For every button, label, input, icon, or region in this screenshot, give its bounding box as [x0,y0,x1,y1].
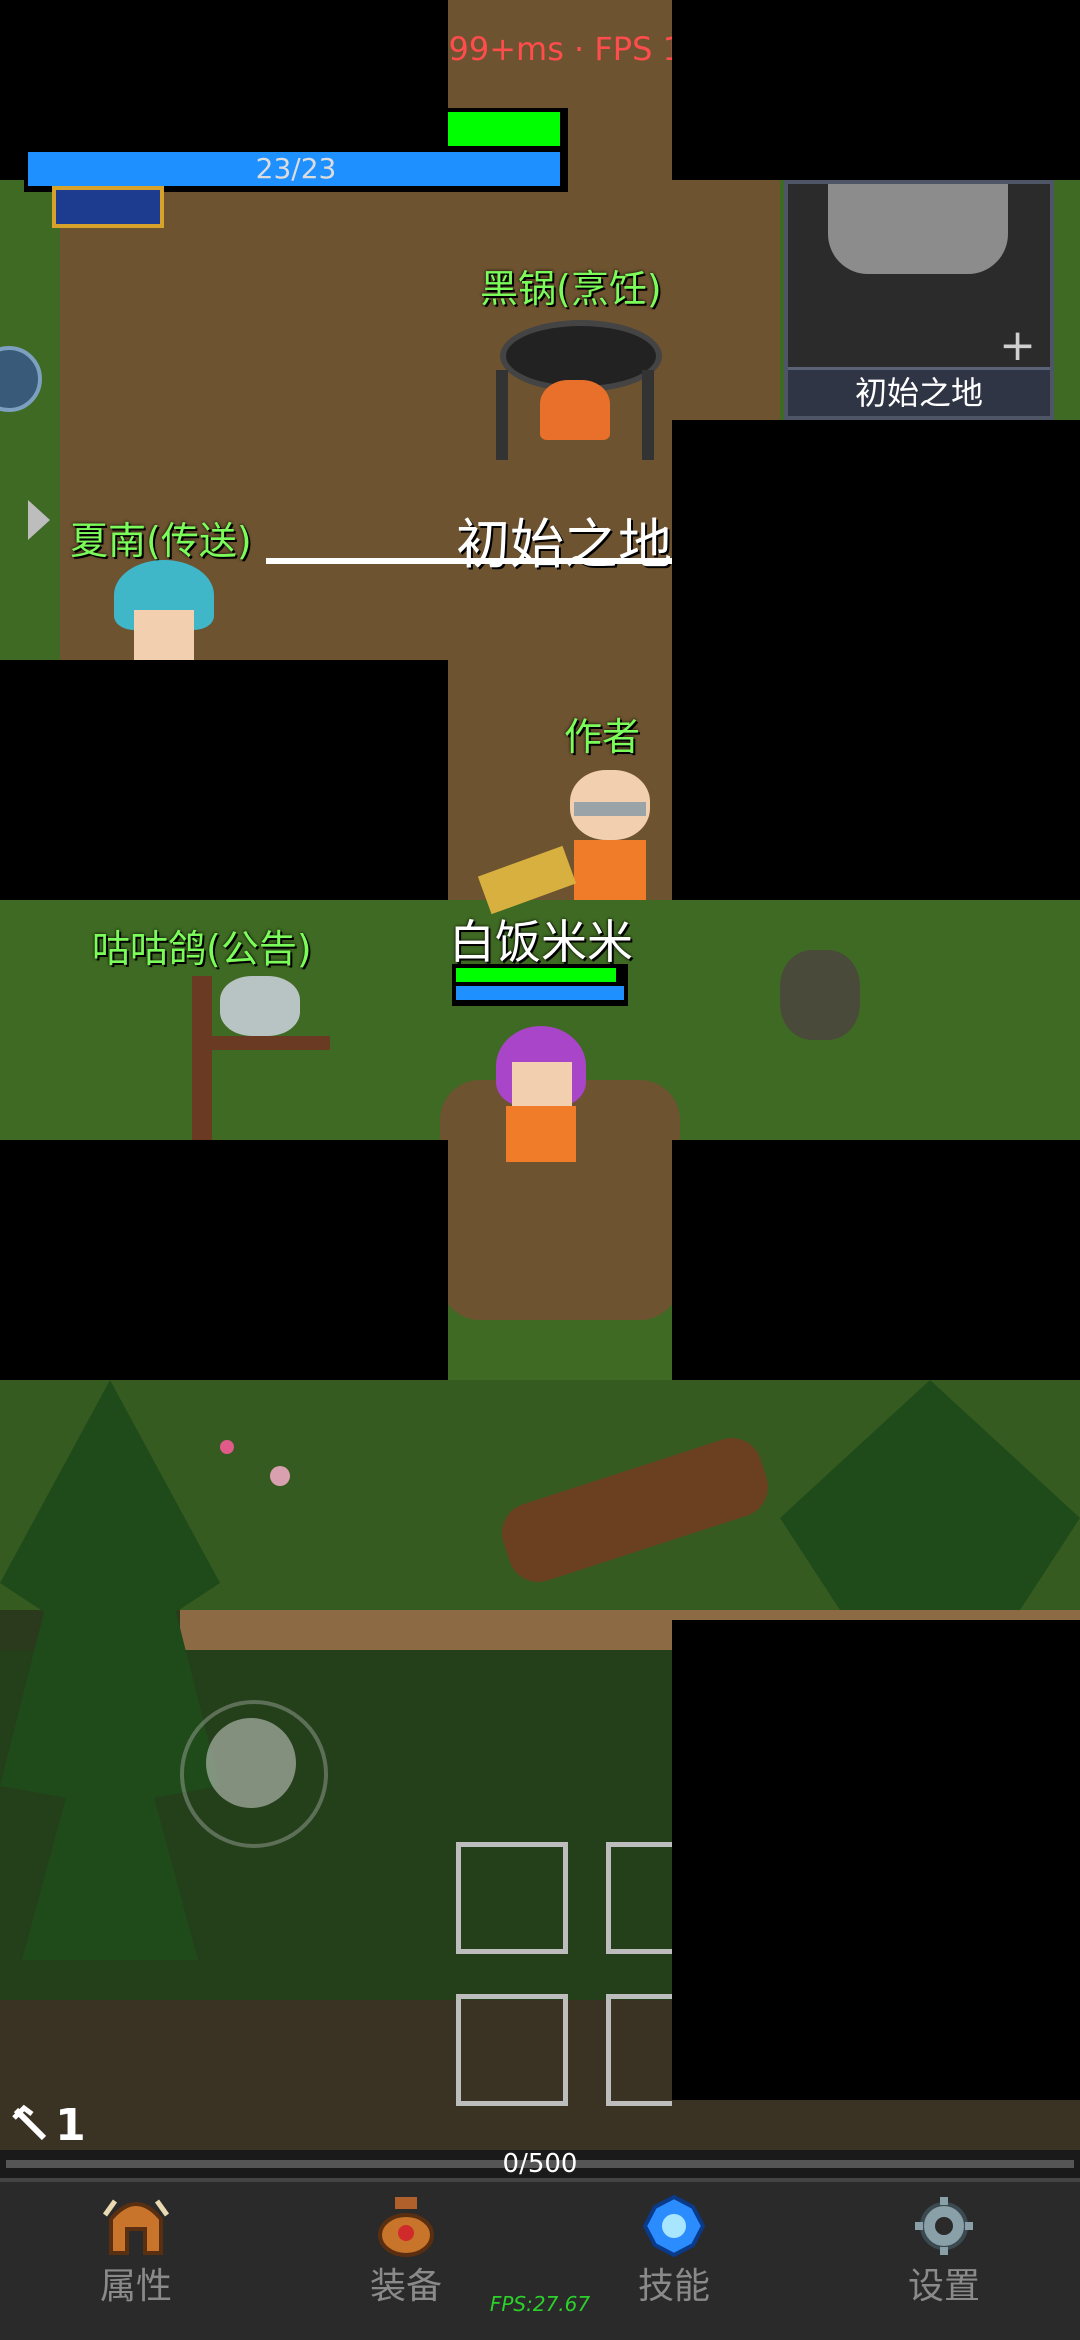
pickaxe-icon [10,2104,50,2144]
gear-icon [912,2195,976,2257]
map-title-underline [266,558,672,564]
exp-bar: 0/500 [0,2150,1080,2178]
occluded-region-top-right [672,0,1080,180]
skill-slot-2[interactable] [606,1842,672,1954]
hp-text: 23/23 [255,152,337,185]
level-indicator: 1 [10,2100,86,2151]
announcement-npc-label: 咕咕鸽(公告) [92,927,312,971]
treasure-chest-icon[interactable] [52,186,164,228]
skill-slot-1[interactable] [456,1842,568,1954]
hp-bar-fill [448,112,560,146]
mossy-rock [780,950,860,1040]
player-hp-bar [456,968,616,982]
nav-settings[interactable]: 设置 [854,2195,1034,2309]
player-status-bars: 23/23 [24,108,568,192]
level-number: 1 [55,2100,86,2151]
player-name: 白饭米米 [446,906,636,972]
nav-attributes-label: 属性 [99,2266,172,2307]
skill-slot-4[interactable] [606,1994,672,2106]
bag-icon [375,2195,437,2257]
nav-settings-label: 设置 [907,2266,980,2307]
player-mp-bar [456,986,624,1000]
occluded-region-right-1 [672,420,1080,900]
player-name-text: 白饭米米 [449,915,633,969]
teleport-npc-label: 夏南(传送) [70,519,252,563]
player-character[interactable] [486,1016,596,1166]
exp-text: 0/500 [502,2149,578,2179]
pink-flowers [220,1440,300,1500]
minimap[interactable]: + 初始之地 [784,180,1054,420]
occluded-region-right-3 [672,1620,1080,2100]
expand-arrow-icon[interactable] [28,500,50,540]
announcement-npc[interactable] [180,966,330,1140]
network-status-text: 999+ms · FPS 1 [428,30,683,68]
occluded-region-left-2 [0,1140,448,1380]
gem-icon [641,2194,707,2258]
fps-readout: FPS:27.67 [489,2292,591,2316]
occluded-region-left-1 [0,660,448,900]
occluded-region-right-2 [672,1140,1080,1380]
player-hp-mp-bars [452,964,628,1006]
helmet-icon [101,2195,171,2257]
cooking-pot[interactable] [490,310,662,460]
teleport-npc[interactable] [104,560,224,660]
minimap-zoom-button[interactable]: + [999,324,1036,368]
minimap-region-name: 初始之地 [788,367,1050,416]
map-title: 初始之地 [456,513,672,576]
minimap-terrain [828,184,1008,274]
author-npc-label: 作者 [564,715,641,759]
skill-slot-3[interactable] [456,1994,568,2106]
joystick-knob[interactable] [206,1718,296,1808]
cooking-pot-label: 黑锅(烹饪) [480,267,662,311]
nav-attributes[interactable]: 属性 [46,2195,226,2309]
